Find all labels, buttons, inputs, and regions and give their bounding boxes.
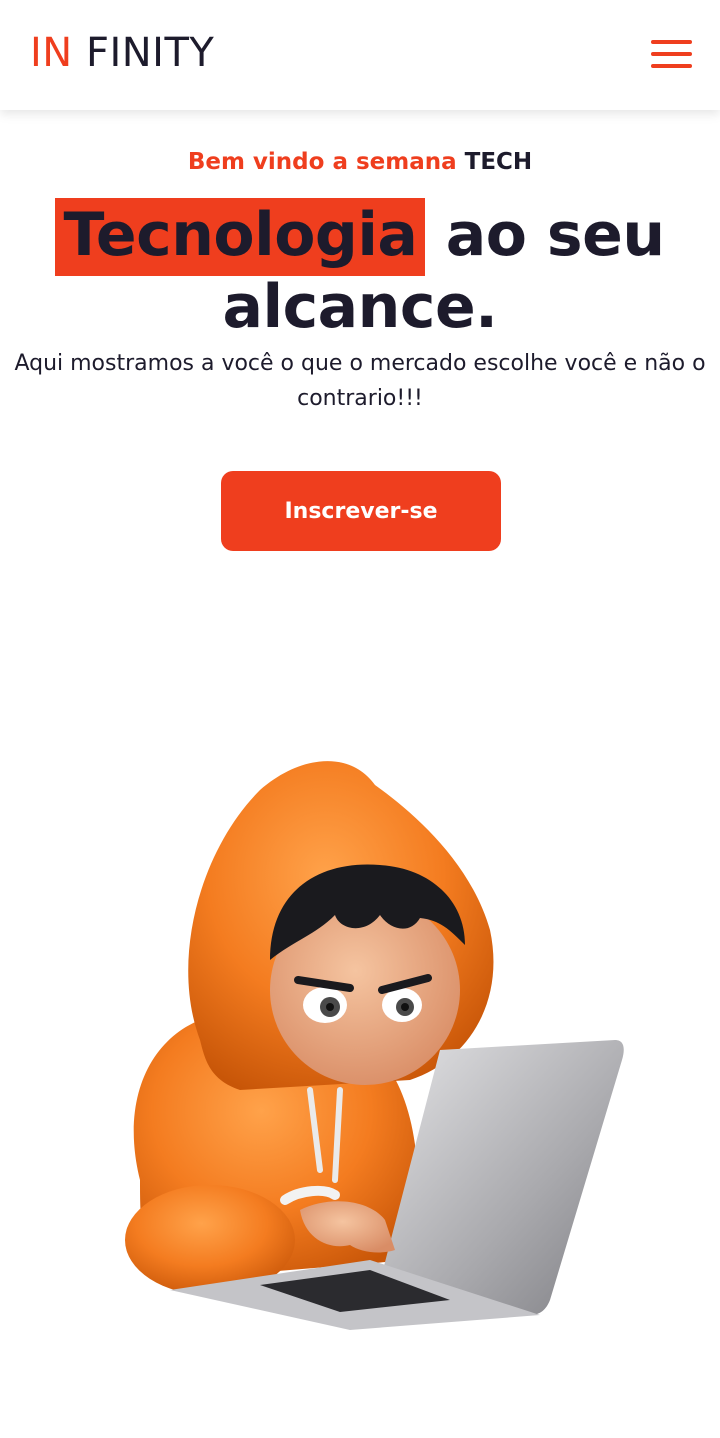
hero-headline: Tecnologia ao seu alcance. bbox=[0, 198, 720, 343]
headline-highlight: Tecnologia bbox=[55, 198, 426, 276]
site-header: IN FINITY bbox=[0, 0, 720, 110]
hooded-kid-with-laptop-illustration bbox=[110, 740, 640, 1340]
logo[interactable]: IN FINITY bbox=[30, 28, 214, 78]
menu-bar bbox=[651, 40, 692, 44]
hamburger-menu-icon[interactable] bbox=[648, 36, 694, 72]
subscribe-button[interactable]: Inscrever-se bbox=[221, 471, 501, 551]
logo-suffix: FINITY bbox=[85, 30, 215, 76]
menu-bar bbox=[651, 64, 692, 68]
hero-eyebrow: Bem vindo a semana TECH bbox=[0, 146, 720, 178]
headline-line2: alcance. bbox=[222, 272, 498, 342]
logo-prefix: IN bbox=[30, 30, 73, 76]
headline-rest: ao seu bbox=[425, 200, 665, 270]
eyebrow-suffix: TECH bbox=[464, 149, 533, 175]
hero-subtitle: Aqui mostramos a você o que o mercado es… bbox=[14, 351, 706, 411]
eyebrow-prefix: Bem vindo a semana bbox=[187, 149, 457, 175]
menu-bar bbox=[651, 52, 692, 56]
